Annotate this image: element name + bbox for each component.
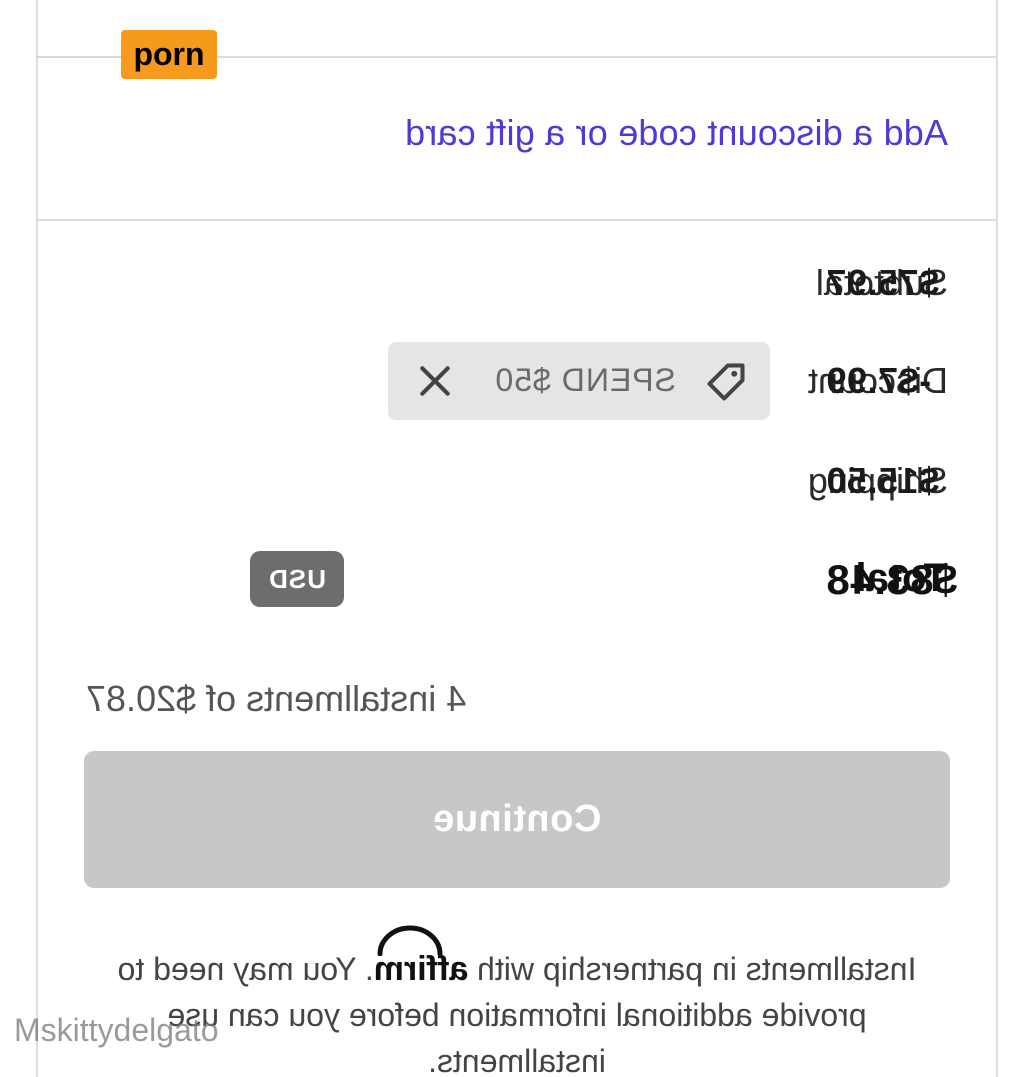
watermark-text: Mskittydelgato — [14, 1012, 219, 1048]
add-discount-link[interactable]: Add a discount code or a gift card — [405, 112, 948, 154]
total-value: $83.48 — [826, 556, 958, 603]
order-summary-panel — [36, 0, 998, 1077]
affirm-logo: affirm — [374, 925, 468, 992]
divider — [36, 219, 998, 221]
close-icon[interactable] — [416, 362, 454, 400]
order-summary-mirrored: Add a discount code or a gift card Subto… — [0, 0, 1034, 1077]
checkout-page: Add a discount code or a gift card Subto… — [0, 0, 1034, 1077]
disclaimer-prefix: Installments in partnership with — [468, 951, 917, 987]
discount-value: -$7.99 — [826, 360, 932, 401]
affirm-arc-icon — [377, 925, 443, 956]
discount-code-chip: SPEND $50 — [388, 342, 770, 420]
tag-icon — [707, 363, 745, 401]
subtotal-value: $75.97 — [826, 262, 940, 303]
installments-text: 4 installments of $20.87 — [86, 678, 467, 719]
affirm-disclaimer: Installments in partnership with affirm.… — [84, 925, 950, 1077]
continue-button[interactable]: Continue — [84, 751, 950, 888]
currency-badge: USD — [250, 551, 344, 607]
shipping-value: $15.50 — [826, 460, 940, 501]
dashed-line — [36, 56, 122, 58]
discount-code-text: SPEND $50 — [494, 362, 676, 398]
brand-tag: porn — [121, 30, 217, 79]
